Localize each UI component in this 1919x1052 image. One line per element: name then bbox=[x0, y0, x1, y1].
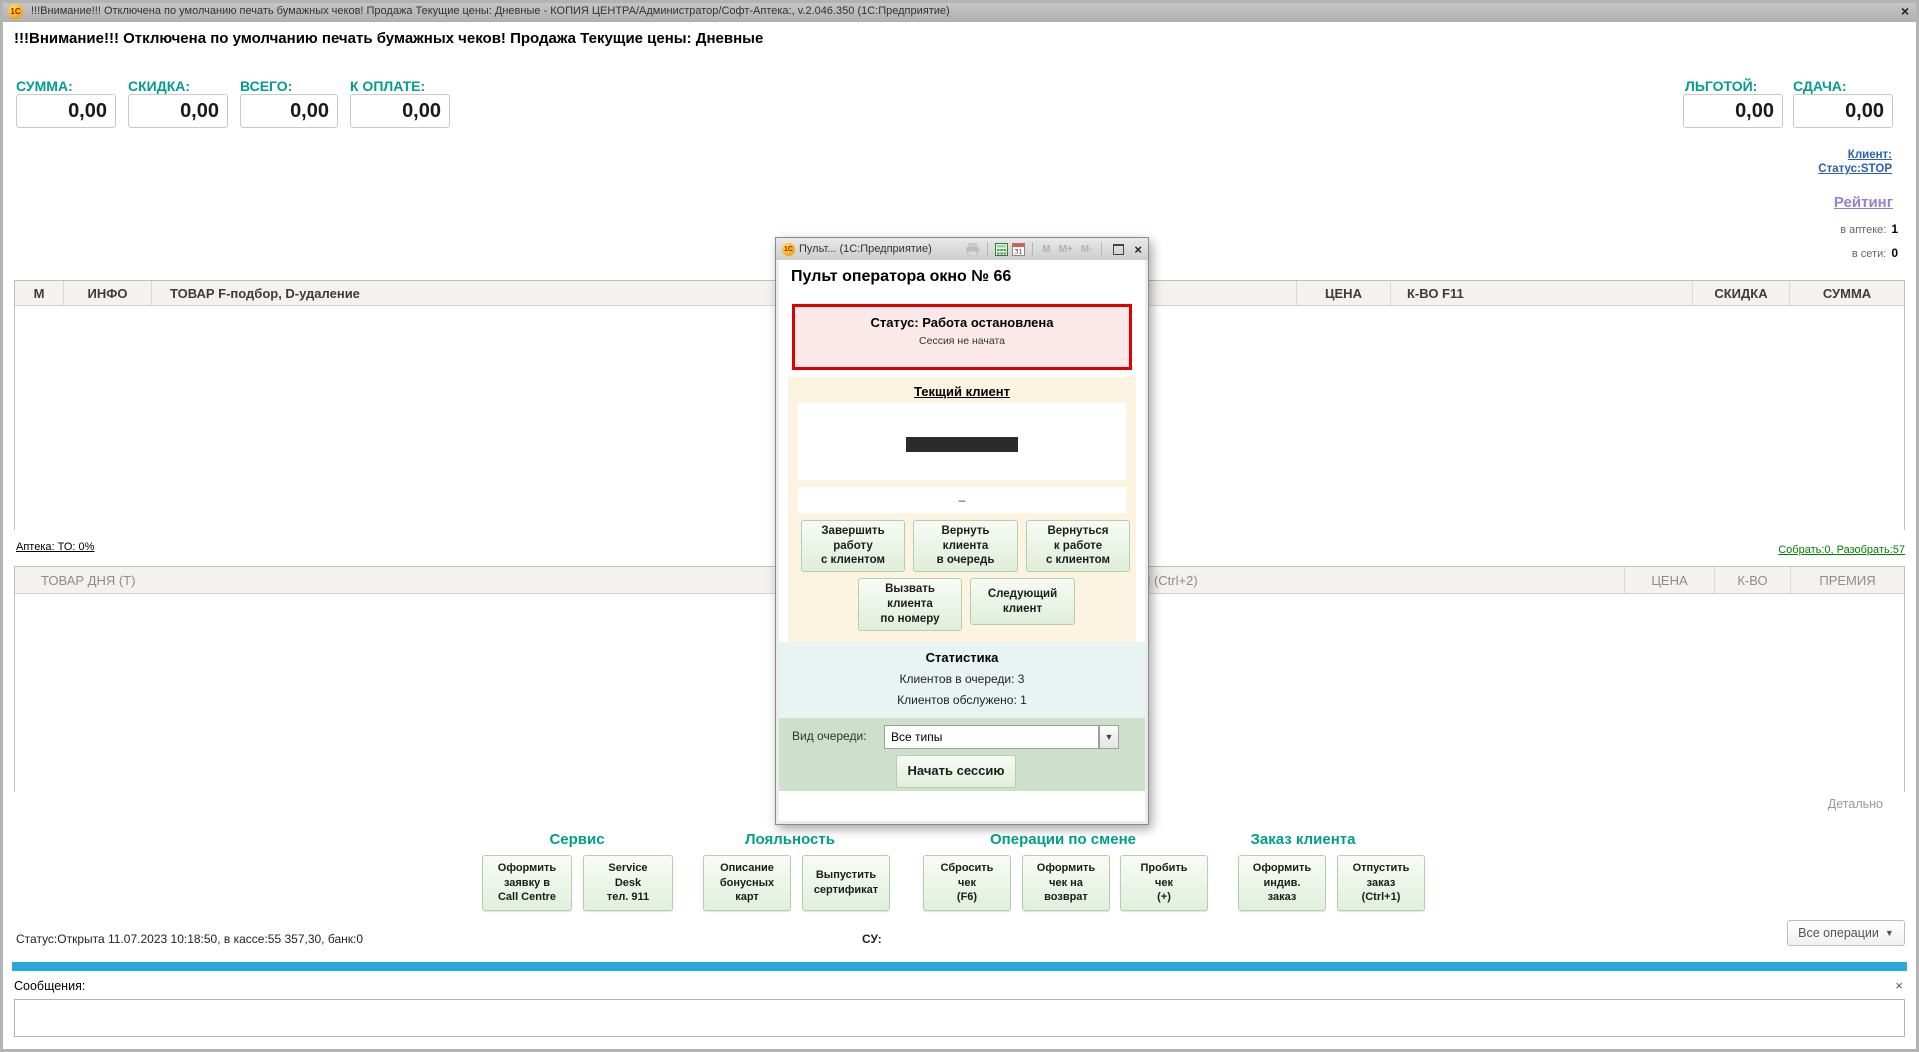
next-client-button[interactable]: Следующий клиент bbox=[970, 578, 1075, 625]
col-qty: К-ВО F11 bbox=[1391, 281, 1693, 305]
col-actions-partial: И (Ctrl+2) bbox=[1141, 567, 1198, 593]
dialog-content: Пульт оператора окно № 66 Статус: Работа… bbox=[779, 260, 1145, 821]
in-network-value: 0 bbox=[1891, 246, 1898, 260]
queue-type-dropdown-icon[interactable]: ▼ bbox=[1099, 725, 1119, 749]
client-link[interactable]: Клиент: bbox=[1848, 149, 1892, 161]
dialog-heading: Пульт оператора окно № 66 bbox=[791, 268, 1011, 286]
messages-label: Сообщения: bbox=[14, 979, 85, 993]
calendar-icon[interactable]: 31 bbox=[1012, 243, 1025, 256]
window-title: !!!Внимание!!! Отключена по умолчанию пе… bbox=[31, 5, 950, 17]
operator-console-dialog: 1С Пульт... (1С:Предприятие) 31 M M+ M- … bbox=[775, 237, 1149, 825]
chevron-down-icon: ▼ bbox=[1885, 928, 1894, 938]
change-field[interactable]: 0,00 bbox=[1793, 94, 1893, 128]
pharmacy-to-link[interactable]: Аптека: ТО: 0% bbox=[16, 541, 94, 553]
sum-field[interactable]: 0,00 bbox=[16, 94, 116, 128]
1c-logo-icon: 1С bbox=[8, 4, 23, 19]
benefit-field[interactable]: 0,00 bbox=[1683, 94, 1783, 128]
dialog-footer-space bbox=[779, 791, 1145, 821]
call-client-by-number-button[interactable]: Вызвать клиента по номеру bbox=[858, 578, 962, 631]
messages-close-icon[interactable]: × bbox=[1895, 978, 1903, 993]
su-label: СУ: bbox=[862, 932, 882, 946]
col-sum: СУММА bbox=[1790, 281, 1904, 305]
queue-type-select[interactable]: Все типы bbox=[884, 725, 1099, 749]
col-day-price: ЦЕНА bbox=[1625, 567, 1715, 593]
1c-logo-icon: 1С bbox=[782, 243, 795, 256]
punch-check-button[interactable]: Пробить чек (+) bbox=[1120, 855, 1208, 911]
statistics-panel: Статистика Клиентов в очереди: 3 Клиенто… bbox=[779, 642, 1145, 718]
cash-status-text: Статус:Открыта 11.07.2023 10:18:50, в ка… bbox=[16, 932, 363, 946]
queue-type-label: Вид очереди: bbox=[792, 729, 867, 743]
reset-check-button[interactable]: Сбросить чек (F6) bbox=[923, 855, 1011, 911]
service-desk-button[interactable]: Service Desk тел. 911 bbox=[583, 855, 673, 911]
topay-field[interactable]: 0,00 bbox=[350, 94, 450, 128]
col-day-premium: ПРЕМИЯ bbox=[1791, 567, 1904, 593]
maximize-icon[interactable] bbox=[1113, 244, 1124, 255]
group-shift-heading: Операции по смене bbox=[990, 831, 1136, 848]
in-pharmacy-label: в аптеке: bbox=[1840, 224, 1886, 236]
dialog-close-icon[interactable]: × bbox=[1134, 242, 1142, 257]
discount-label: СКИДКА: bbox=[128, 78, 190, 94]
topay-label: К ОПЛАТЕ: bbox=[350, 78, 425, 94]
discount-field[interactable]: 0,00 bbox=[128, 94, 228, 128]
col-day-qty: К-ВО bbox=[1715, 567, 1791, 593]
dialog-title: Пульт... (1С:Предприятие) bbox=[799, 243, 932, 255]
client-name-redacted bbox=[906, 437, 1018, 452]
bonus-cards-button[interactable]: Описание бонусных карт bbox=[703, 855, 791, 911]
current-client-heading: Текщий клиент bbox=[788, 384, 1136, 399]
certificate-button[interactable]: Выпустить сертификат bbox=[802, 855, 890, 911]
calculator-icon[interactable] bbox=[995, 243, 1008, 256]
rating-link[interactable]: Рейтинг bbox=[1834, 194, 1893, 211]
total-label: ВСЕГО: bbox=[240, 78, 292, 94]
current-client-panel: Текщий клиент – Завершить работу с клиен… bbox=[788, 377, 1136, 642]
col-m: М bbox=[15, 281, 64, 305]
change-label: СДАЧА: bbox=[1793, 78, 1847, 94]
client-extra-field: – bbox=[798, 487, 1126, 513]
warning-banner: !!!Внимание!!! Отключена по умолчанию пе… bbox=[14, 30, 763, 47]
statistics-heading: Статистика bbox=[779, 650, 1145, 665]
group-loyalty-heading: Лояльность bbox=[745, 831, 835, 848]
dialog-title-bar[interactable]: 1С Пульт... (1С:Предприятие) 31 M M+ M- … bbox=[776, 238, 1148, 260]
col-info: ИНФО bbox=[64, 281, 152, 305]
close-icon[interactable]: × bbox=[1901, 3, 1909, 19]
client-status-links: Клиент: Статус:STOP bbox=[1818, 148, 1892, 176]
return-client-queue-button[interactable]: Вернуть клиента в очередь bbox=[913, 520, 1018, 572]
call-centre-button[interactable]: Оформить заявку в Call Centre bbox=[482, 855, 572, 911]
client-status-link[interactable]: Статус:STOP bbox=[1818, 163, 1892, 175]
group-service-heading: Сервис bbox=[549, 831, 604, 848]
messages-divider-bar bbox=[12, 962, 1907, 971]
release-order-button[interactable]: Отпустить заказ (Ctrl+1) bbox=[1337, 855, 1425, 911]
in-pharmacy-count: в аптеке: 1 bbox=[1840, 222, 1898, 236]
print-icon[interactable] bbox=[965, 243, 980, 256]
finish-client-button[interactable]: Завершить работу с клиентом bbox=[801, 520, 905, 572]
detail-label: Детально bbox=[1828, 797, 1883, 811]
resume-client-button[interactable]: Вернуться к работе с клиентом bbox=[1026, 520, 1130, 572]
messages-input[interactable] bbox=[14, 999, 1905, 1037]
individual-order-button[interactable]: Оформить индив. заказ bbox=[1238, 855, 1326, 911]
memory-m-button[interactable]: M bbox=[1040, 244, 1052, 255]
main-title-bar: 1С !!!Внимание!!! Отключена по умолчанию… bbox=[0, 0, 1919, 22]
benefit-label: ЛЬГОТОЙ: bbox=[1685, 78, 1757, 94]
total-field[interactable]: 0,00 bbox=[240, 94, 338, 128]
svg-text:31: 31 bbox=[1015, 247, 1023, 255]
start-session-button[interactable]: Начать сессию bbox=[896, 755, 1016, 788]
clients-served: Клиентов обслужено: 1 bbox=[779, 693, 1145, 707]
assemble-link[interactable]: Собрать:0, Разобрать:57 bbox=[1778, 544, 1905, 556]
in-pharmacy-value: 1 bbox=[1891, 222, 1898, 236]
clients-in-queue: Клиентов в очереди: 3 bbox=[779, 672, 1145, 686]
session-status-subtitle: Сессия не начата bbox=[795, 335, 1129, 347]
all-operations-button[interactable]: Все операции▼ bbox=[1787, 920, 1905, 946]
col-price: ЦЕНА bbox=[1297, 281, 1391, 305]
col-discount: СКИДКА bbox=[1693, 281, 1790, 305]
sum-label: СУММА: bbox=[16, 78, 73, 94]
current-client-box bbox=[798, 403, 1126, 480]
memory-m-minus-button[interactable]: M- bbox=[1079, 244, 1095, 255]
group-order-heading: Заказ клиента bbox=[1251, 831, 1356, 848]
in-network-label: в сети: bbox=[1852, 248, 1886, 260]
in-network-count: в сети: 0 bbox=[1852, 246, 1898, 260]
memory-m-plus-button[interactable]: M+ bbox=[1057, 244, 1075, 255]
session-status-title: Статус: Работа остановлена bbox=[795, 315, 1129, 330]
return-check-button[interactable]: Оформить чек на возврат bbox=[1022, 855, 1110, 911]
session-status-box: Статус: Работа остановлена Сессия не нач… bbox=[792, 304, 1132, 370]
